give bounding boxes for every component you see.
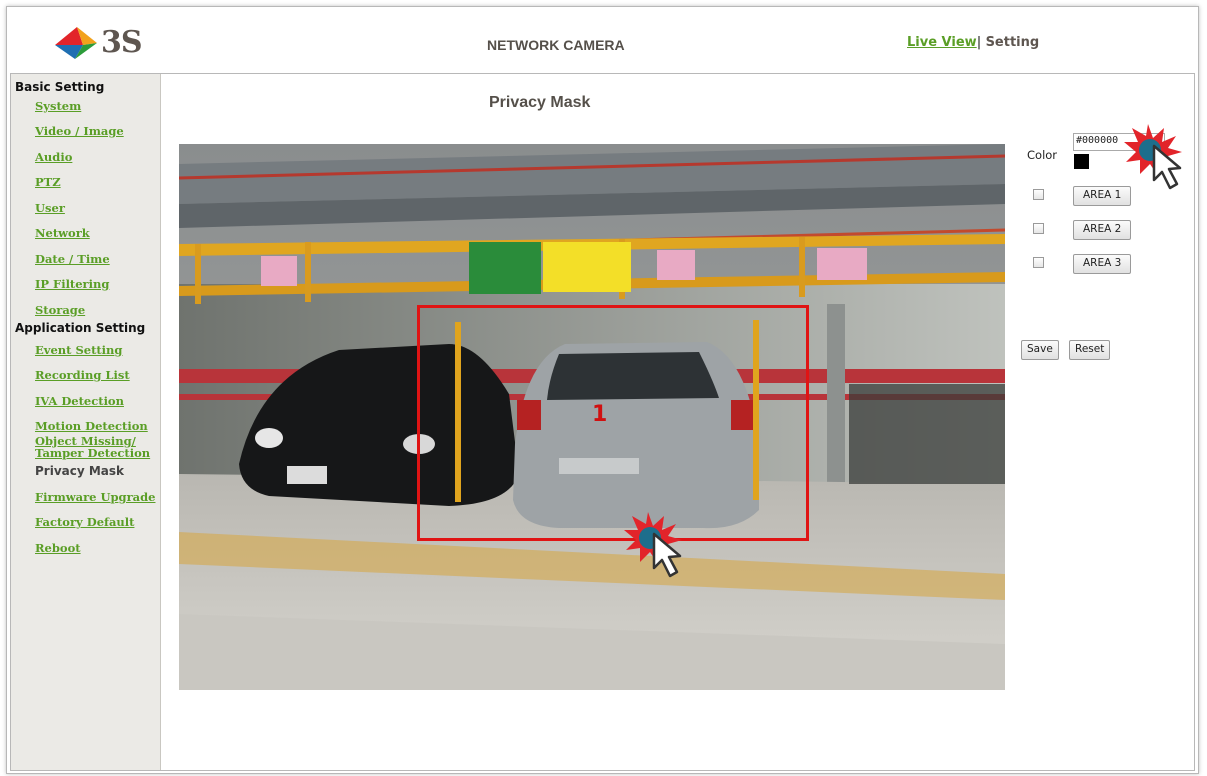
camera-view[interactable]: 1 xyxy=(179,144,1005,690)
area-2-checkbox[interactable] xyxy=(1033,223,1044,234)
sidebar-item-privacy-mask: Privacy Mask xyxy=(35,464,125,478)
app-frame: 3S NETWORK CAMERA Live View| Setting Bas… xyxy=(6,6,1199,774)
sidebar-item-ip-filtering[interactable]: IP Filtering xyxy=(35,278,109,290)
content-area: Basic Setting System Video / Image Audio… xyxy=(10,73,1195,771)
sidebar-item-iva-detection[interactable]: IVA Detection xyxy=(35,395,124,407)
brand-name: 3S xyxy=(101,25,143,60)
sidebar-section-application: Application Setting xyxy=(15,321,146,335)
area-2-button[interactable]: AREA 2 xyxy=(1073,220,1132,240)
sidebar-item-recording-list[interactable]: Recording List xyxy=(35,369,130,381)
sidebar-item-tamper-detection[interactable]: Tamper Detection xyxy=(35,447,150,459)
sidebar-item-user[interactable]: User xyxy=(35,202,65,214)
sidebar-item-video-image[interactable]: Video / Image xyxy=(35,125,124,137)
save-button[interactable]: Save xyxy=(1021,340,1059,360)
sidebar-item-reboot[interactable]: Reboot xyxy=(35,542,81,554)
setting-link: Setting xyxy=(985,35,1040,50)
area-3-button[interactable]: AREA 3 xyxy=(1073,254,1132,274)
sidebar-item-audio[interactable]: Audio xyxy=(35,151,72,163)
sidebar-section-basic: Basic Setting xyxy=(15,80,105,94)
mask-number-label: 1 xyxy=(592,402,608,427)
sidebar-item-date-time[interactable]: Date / Time xyxy=(35,253,110,265)
color-label: Color xyxy=(1027,148,1058,162)
sidebar-item-network[interactable]: Network xyxy=(35,227,90,239)
sidebar-item-event-setting[interactable]: Event Setting xyxy=(35,344,122,356)
logo-icon xyxy=(55,27,97,59)
color-swatch[interactable] xyxy=(1074,154,1089,169)
area-1-checkbox[interactable] xyxy=(1033,189,1044,200)
reset-button[interactable]: Reset xyxy=(1069,340,1111,360)
privacy-mask-area-1[interactable]: 1 xyxy=(417,305,809,541)
sidebar: Basic Setting System Video / Image Audio… xyxy=(11,74,161,770)
top-nav: Live View| Setting xyxy=(907,35,1039,50)
area-3-checkbox[interactable] xyxy=(1033,257,1044,268)
click-burst-icon xyxy=(1124,124,1182,190)
live-view-link[interactable]: Live View xyxy=(907,35,977,50)
sidebar-item-storage[interactable]: Storage xyxy=(35,304,85,316)
app-title: NETWORK CAMERA xyxy=(487,37,625,53)
page-title: Privacy Mask xyxy=(489,94,591,111)
area-3-row: AREA 3 xyxy=(1033,254,1193,274)
sidebar-item-system[interactable]: System xyxy=(35,100,81,112)
area-2-row: AREA 2 xyxy=(1033,220,1193,240)
sidebar-item-firmware-upgrade[interactable]: Firmware Upgrade xyxy=(35,491,155,503)
sidebar-item-motion-detection[interactable]: Motion Detection xyxy=(35,420,148,432)
click-burst-icon xyxy=(624,512,682,578)
brand-logo: 3S xyxy=(53,23,173,63)
nav-separator: | xyxy=(976,35,982,50)
sidebar-item-ptz[interactable]: PTZ xyxy=(35,176,61,188)
sidebar-item-factory-default[interactable]: Factory Default xyxy=(35,516,134,528)
header: 3S NETWORK CAMERA Live View| Setting xyxy=(7,7,1198,73)
